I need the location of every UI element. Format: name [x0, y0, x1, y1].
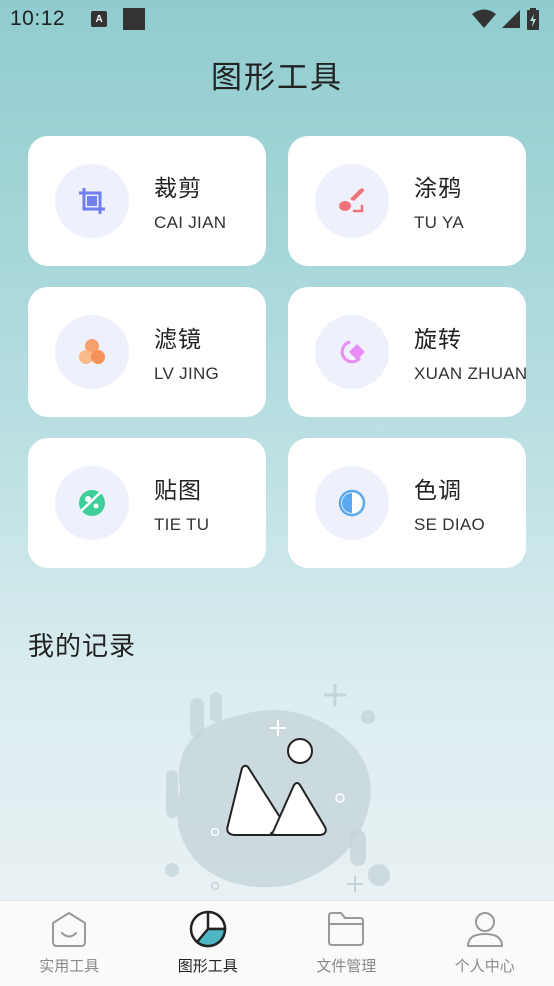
filter-icon-circle: [55, 315, 129, 389]
status-bar: 10:12 A: [0, 0, 554, 38]
sticker-tool-card[interactable]: 贴图 TIE TU: [28, 438, 266, 568]
tool-pinyin: SE DIAO: [414, 515, 486, 534]
wifi-icon: [472, 9, 496, 28]
filter-tool-card[interactable]: 滤镜 LV JING: [28, 287, 266, 417]
filter-icon: [79, 339, 105, 364]
tool-name: 裁剪: [154, 176, 202, 202]
signal-icon: [502, 10, 520, 28]
tool-pinyin: XUAN ZHUAN: [414, 364, 526, 383]
notification-icon: A: [91, 11, 108, 27]
bottom-nav: 实用工具 图形工具 文件管理 个人中心: [0, 900, 554, 986]
home-icon: [52, 912, 87, 947]
page-title: 图形工具: [211, 60, 343, 96]
rotate-icon-circle: [315, 315, 389, 389]
tone-icon-circle: [315, 466, 389, 540]
brush-icon-circle: [315, 164, 389, 238]
tool-pinyin: TU YA: [414, 213, 464, 232]
crop-icon: [79, 188, 105, 214]
nav-item-personal-center[interactable]: 个人中心: [416, 901, 554, 986]
nav-label: 图形工具: [177, 957, 238, 975]
tool-name: 旋转: [414, 327, 462, 353]
folder-icon: [328, 912, 365, 946]
tool-name: 色调: [414, 478, 462, 504]
doodle-tool-card[interactable]: 涂鸦 TU YA: [288, 136, 526, 266]
notification-square-icon: [123, 8, 146, 30]
rotate-icon: [340, 340, 365, 364]
tone-tool-card[interactable]: 色调 SE DIAO: [288, 438, 526, 568]
tone-icon: [338, 489, 366, 517]
brush-icon: [339, 188, 364, 213]
status-time: 10:12: [10, 7, 66, 30]
records-title: 我的记录: [28, 632, 137, 662]
rotate-tool-card[interactable]: 旋转 XUAN ZHUAN: [288, 287, 526, 417]
nav-item-graphic-tools[interactable]: 图形工具: [139, 901, 278, 986]
tool-name: 贴图: [154, 478, 202, 504]
nav-item-file-management[interactable]: 文件管理: [277, 901, 416, 986]
tool-pinyin: TIE TU: [154, 515, 210, 534]
crop-icon-circle: [55, 164, 129, 238]
tool-pinyin: LV JING: [154, 364, 220, 383]
nav-label: 个人中心: [454, 957, 515, 975]
sticker-icon: [79, 490, 105, 516]
status-icons: [472, 8, 540, 30]
empty-records-illustration: [165, 684, 390, 892]
user-icon: [466, 912, 503, 947]
nav-label: 实用工具: [39, 957, 100, 975]
nav-item-practical-tools[interactable]: 实用工具: [0, 901, 139, 986]
tool-pinyin: CAI JIAN: [154, 213, 227, 232]
nav-label: 文件管理: [316, 957, 377, 975]
tool-name: 滤镜: [154, 327, 202, 353]
chart-icon: [189, 910, 227, 948]
sticker-icon-circle: [55, 466, 129, 540]
battery-icon: [527, 8, 539, 30]
crop-tool-card[interactable]: 裁剪 CAI JIAN: [28, 136, 266, 266]
tool-name: 涂鸦: [414, 176, 462, 202]
